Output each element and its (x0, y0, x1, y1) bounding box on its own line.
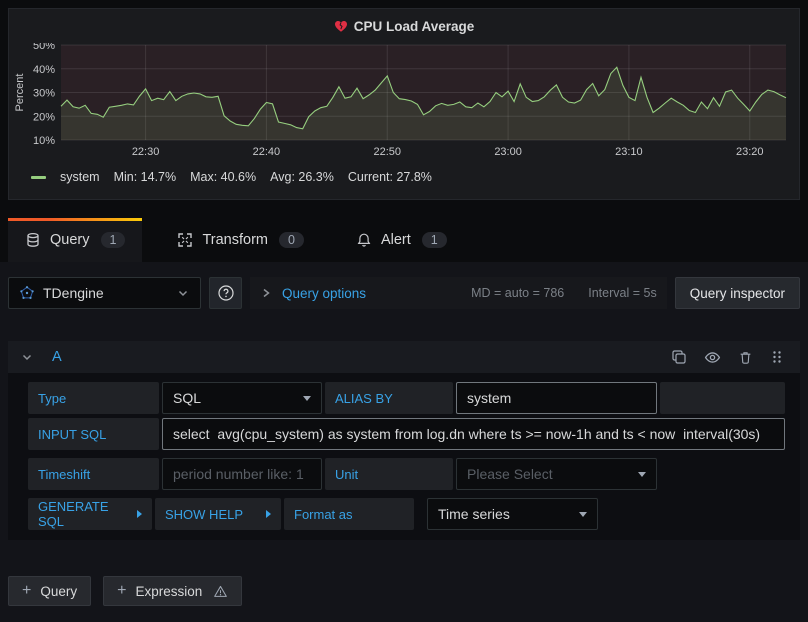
datasource-help-button[interactable] (209, 277, 242, 309)
alert-broken-heart-icon (334, 19, 348, 33)
query-inspector-label: Query inspector (690, 286, 785, 301)
chevron-down-icon (176, 286, 190, 300)
x-tick-label: 22:50 (373, 146, 401, 158)
query-inspector-button[interactable]: Query inspector (675, 277, 800, 309)
query-row-actions (671, 349, 784, 366)
tab-transform-count: 0 (279, 232, 304, 248)
show-help-button[interactable]: SHOW HELP (155, 498, 281, 530)
warning-triangle-icon (213, 584, 228, 599)
query-options-label: Query options (282, 286, 366, 301)
question-circle-icon (217, 284, 235, 302)
y-tick-label: 20% (33, 111, 55, 123)
collapse-chevron-icon[interactable] (20, 350, 34, 364)
arrow-right-icon (137, 510, 142, 518)
legend-max: Max: 40.6% (190, 170, 256, 184)
query-row-header[interactable]: A (8, 341, 800, 373)
type-select-value: SQL (173, 390, 201, 406)
datasource-name: TDengine (43, 285, 168, 301)
legend-series-name[interactable]: system (60, 170, 100, 184)
sql-input[interactable] (162, 418, 785, 450)
query-form: Type SQL ALIAS BY INPUT SQL Timeshift Un… (8, 373, 800, 540)
add-expression-button[interactable]: + Expression (103, 576, 242, 606)
y-tick-label: 50% (33, 43, 55, 52)
add-query-button[interactable]: + Query (8, 576, 91, 606)
x-tick-label: 22:30 (132, 146, 160, 158)
cpu-load-panel: CPU Load Average 10% 20% 30% 40% 50% 22:30 22:… (8, 8, 800, 200)
tdengine-logo-icon (19, 285, 35, 301)
query-options-toggle[interactable]: Query options MD = auto = 786 Interval =… (250, 277, 667, 309)
plus-icon: + (117, 583, 126, 599)
y-axis-label: Percent (14, 74, 26, 112)
caret-down-icon (579, 512, 587, 517)
tab-alert-label: Alert (381, 232, 411, 248)
caret-down-icon (303, 396, 311, 401)
caret-down-icon (638, 472, 646, 477)
legend-min: Min: 14.7% (114, 170, 177, 184)
x-tick-label: 22:40 (253, 146, 281, 158)
alias-by-label: ALIAS BY (325, 382, 453, 414)
interval-text: Interval = 5s (588, 286, 656, 300)
format-as-select[interactable]: Time series (427, 498, 598, 530)
row-timeshift: Timeshift Unit Please Select (28, 458, 785, 490)
hide-query-eye-icon[interactable] (704, 349, 721, 366)
row-actions: GENERATE SQL SHOW HELP Format as Time se… (28, 498, 785, 530)
chevron-right-icon (260, 287, 272, 299)
max-data-points-text: MD = auto = 786 (471, 286, 564, 300)
unit-select-value: Please Select (467, 466, 553, 482)
drag-handle-icon[interactable] (770, 349, 784, 365)
legend-series-swatch[interactable] (31, 176, 46, 179)
legend-current: Current: 27.8% (348, 170, 432, 184)
bell-icon (356, 232, 372, 248)
add-query-label: Query (40, 584, 77, 599)
chart-legend: system Min: 14.7% Max: 40.6% Avg: 26.3% … (9, 165, 799, 189)
type-select[interactable]: SQL (162, 382, 322, 414)
unit-select[interactable]: Please Select (456, 458, 657, 490)
add-expression-label: Expression (135, 584, 202, 599)
tab-transform-label: Transform (202, 232, 268, 248)
plus-icon: + (22, 583, 31, 599)
editor-tab-bar: Query 1 Transform 0 Alert 1 (0, 207, 808, 262)
x-tick-label: 23:00 (494, 146, 522, 158)
tab-transform[interactable]: Transform 0 (160, 218, 320, 262)
arrow-right-icon (266, 510, 271, 518)
x-tick-label: 23:20 (736, 146, 764, 158)
delete-query-trash-icon[interactable] (738, 350, 753, 365)
timeshift-input[interactable] (162, 458, 322, 490)
format-as-label: Format as (284, 498, 414, 530)
query-ref-id: A (52, 349, 62, 365)
database-icon (25, 232, 41, 248)
tab-alert-count: 1 (422, 232, 447, 248)
show-help-label: SHOW HELP (165, 507, 243, 522)
tab-query-label: Query (50, 232, 90, 248)
alias-input[interactable] (456, 382, 657, 414)
row-type: Type SQL ALIAS BY (28, 382, 785, 414)
tab-alert[interactable]: Alert 1 (339, 218, 464, 262)
y-tick-label: 30% (33, 88, 55, 100)
editor-footer: + Query + Expression (8, 576, 800, 606)
duplicate-query-icon[interactable] (671, 349, 687, 365)
row-sql: INPUT SQL (28, 418, 785, 450)
transform-icon (177, 232, 193, 248)
form-filler (660, 382, 785, 414)
query-editor: TDengine Query options MD = auto = 786 I… (0, 262, 808, 622)
datasource-picker[interactable]: TDengine (8, 277, 201, 309)
generate-sql-button[interactable]: GENERATE SQL (28, 498, 152, 530)
y-tick-label: 10% (33, 135, 55, 147)
timeshift-label: Timeshift (28, 458, 159, 490)
input-sql-label: INPUT SQL (28, 418, 159, 450)
generate-sql-label: GENERATE SQL (38, 499, 137, 529)
tab-query-count: 1 (101, 232, 126, 248)
x-tick-label: 23:10 (615, 146, 643, 158)
legend-avg: Avg: 26.3% (270, 170, 334, 184)
format-as-value: Time series (438, 506, 510, 522)
unit-label: Unit (325, 458, 453, 490)
panel-header[interactable]: CPU Load Average (9, 9, 799, 43)
datasource-row: TDengine Query options MD = auto = 786 I… (8, 277, 800, 309)
panel-title-text: CPU Load Average (354, 19, 475, 34)
tab-query[interactable]: Query 1 (8, 218, 142, 262)
cpu-load-chart[interactable]: 10% 20% 30% 40% 50% 22:30 22:40 22:50 23:00 23:10… (9, 43, 793, 165)
y-tick-label: 40% (33, 64, 55, 76)
type-label: Type (28, 382, 159, 414)
